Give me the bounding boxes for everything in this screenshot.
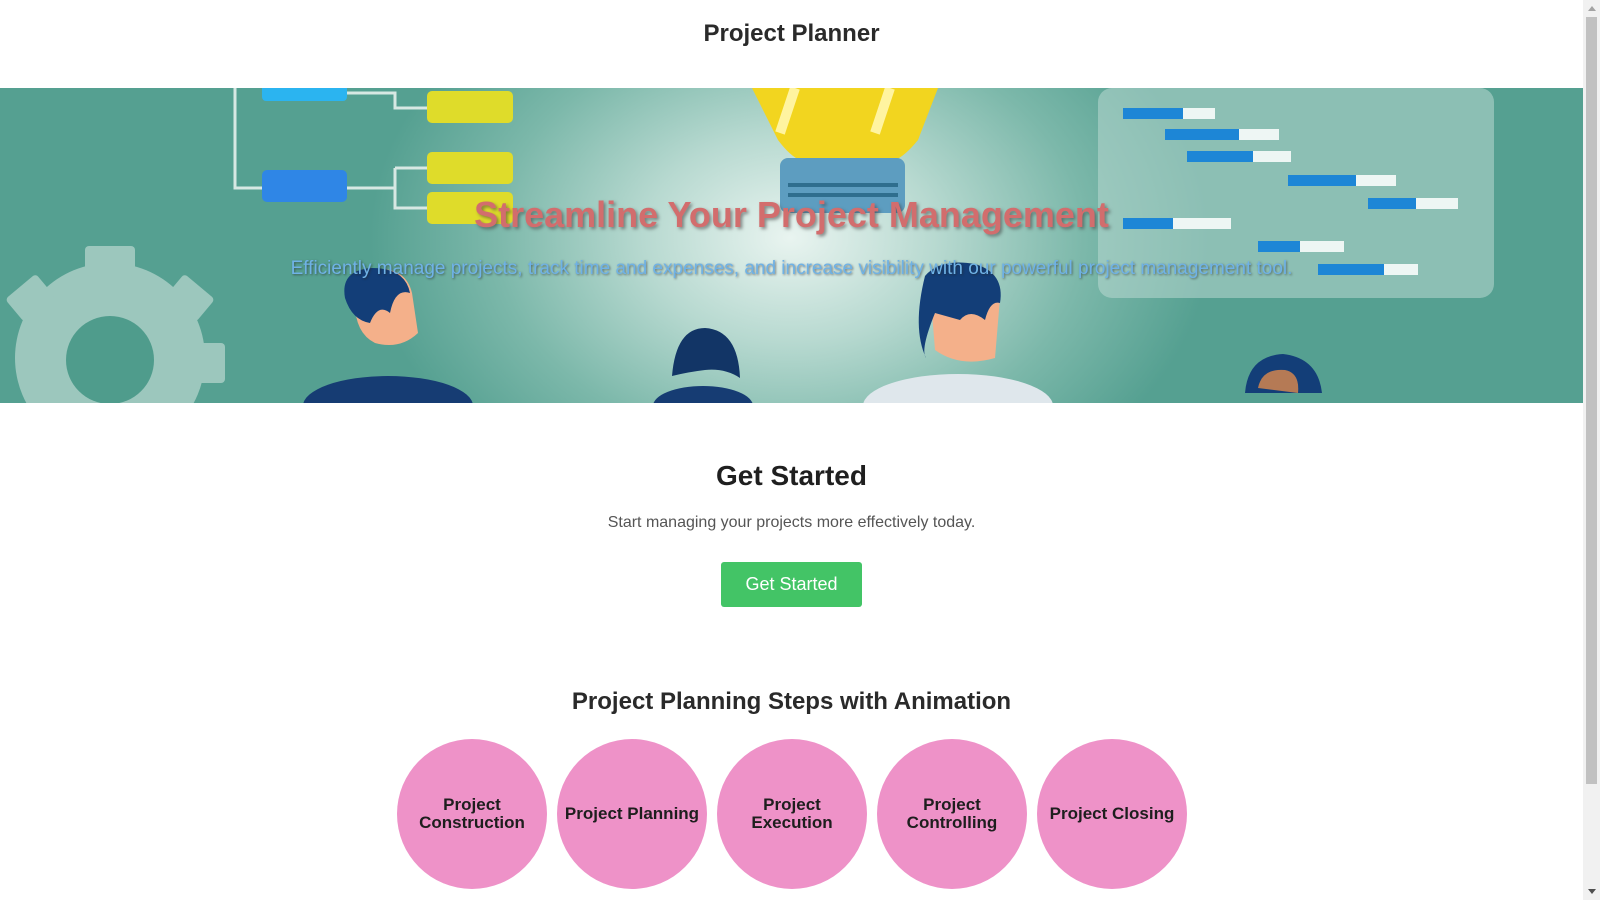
- hero-title: Streamline Your Project Management: [474, 194, 1109, 235]
- steps-title: Project Planning Steps with Animation: [571, 688, 1012, 715]
- site-title: Project Planner: [703, 20, 880, 47]
- hero-illustration: [6, 88, 1494, 403]
- steps-row: Project Construction Project Planning Pr…: [397, 739, 1187, 889]
- scroll-up-arrow-icon[interactable]: [1583, 0, 1600, 17]
- hero-banner: Streamline Your Project Management Effic…: [0, 88, 1583, 403]
- get-started-text: Start managing your projects more effect…: [607, 514, 976, 531]
- scroll-down-arrow-icon[interactable]: [1583, 883, 1600, 900]
- step-circle-closing: Project Closing: [1037, 739, 1187, 889]
- vertical-scrollbar[interactable]: [1583, 0, 1600, 900]
- step-circle-execution: Project Execution: [717, 739, 867, 889]
- step-circle-controlling: Project Controlling: [877, 739, 1027, 889]
- page: Project Planner Streamline Your Project …: [0, 0, 1583, 900]
- planning-steps-section: Project Planning Steps with Animation Pr…: [0, 688, 1583, 889]
- site-header: Project Planner: [0, 0, 1583, 88]
- step-circle-construction: Project Construction: [397, 739, 547, 889]
- get-started-button[interactable]: Get Started: [721, 562, 862, 607]
- scrollbar-thumb[interactable]: [1586, 17, 1597, 784]
- hero-subtitle: Efficiently manage projects, track time …: [290, 258, 1293, 279]
- get-started-title: Get Started: [716, 460, 867, 491]
- step-circle-planning: Project Planning: [557, 739, 707, 889]
- get-started-section: Get Started Start managing your projects…: [0, 460, 1583, 607]
